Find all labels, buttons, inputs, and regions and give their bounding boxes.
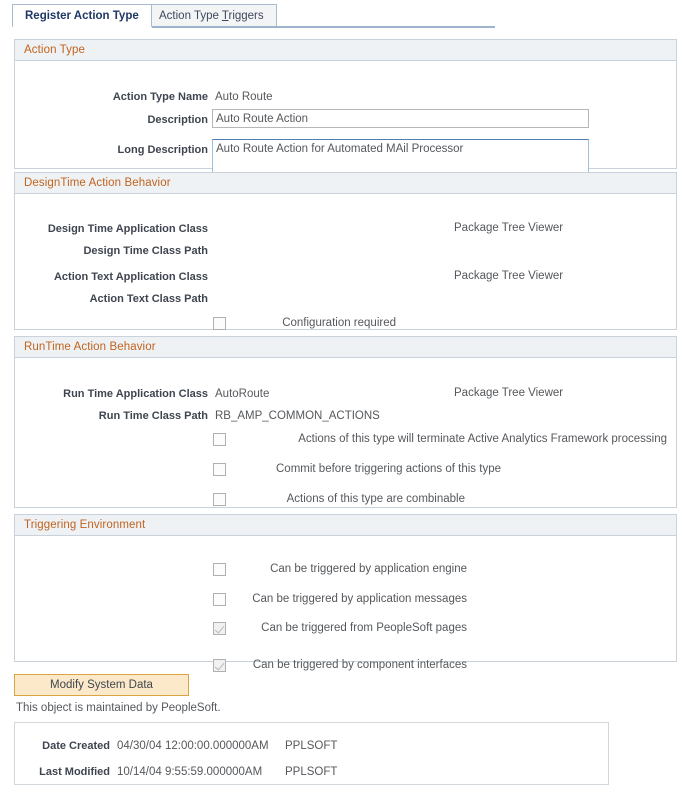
actions-combinable-label: Actions of this type are combinable <box>286 493 465 505</box>
date-created-user: PPLSOFT <box>285 740 338 752</box>
section-runtime-header: RunTime Action Behavior <box>15 337 676 358</box>
commit-before-triggering-label: Commit before triggering actions of this… <box>276 463 501 475</box>
action-type-name-value: Auto Route <box>215 91 273 103</box>
description-label: Description <box>147 114 208 126</box>
action-type-name-label: Action Type Name <box>112 91 208 103</box>
design-time-application-class-label: Design Time Application Class <box>47 223 208 235</box>
section-triggering-header: Triggering Environment <box>15 515 676 536</box>
tab-action-type-triggers-label: Action Type Triggers <box>159 9 264 22</box>
actions-combinable-checkbox[interactable] <box>213 493 226 506</box>
tab-action-type-triggers[interactable]: Action Type Triggers <box>146 4 277 26</box>
configuration-required-checkbox[interactable] <box>213 317 226 330</box>
terminate-aaf-processing-checkbox[interactable] <box>213 433 226 446</box>
modify-system-data-button[interactable]: Modify System Data <box>14 674 189 696</box>
last-modified-label: Last Modified <box>39 766 110 778</box>
section-triggering-environment: Triggering Environment Can be triggered … <box>14 514 677 672</box>
design-time-class-path-label: Design Time Class Path <box>83 245 208 257</box>
commit-before-triggering-checkbox[interactable] <box>213 463 226 476</box>
package-tree-viewer-link-run-time[interactable]: Package Tree Viewer <box>454 387 563 399</box>
run-time-class-path-label: Run Time Class Path <box>98 410 208 422</box>
last-modified-value: 10/14/04 9:55:59.000000AM <box>117 766 263 778</box>
triggered-by-application-messages-label: Can be triggered by application messages <box>252 593 467 605</box>
section-runtime-action-behavior: RunTime Action Behavior Run Time Applica… <box>14 336 677 508</box>
section-designtime-header: DesignTime Action Behavior <box>15 173 676 194</box>
run-time-application-class-label: Run Time Application Class <box>63 388 208 400</box>
triggered-from-peoplesoft-pages-label: Can be triggered from PeopleSoft pages <box>261 622 467 634</box>
package-tree-viewer-link-action-text[interactable]: Package Tree Viewer <box>454 270 563 282</box>
triggered-by-application-engine-label: Can be triggered by application engine <box>270 563 467 575</box>
description-input[interactable] <box>212 109 589 128</box>
date-created-value: 04/30/04 12:00:00.000000AM <box>117 740 269 752</box>
date-created-label: Date Created <box>42 740 110 752</box>
run-time-application-class-value: AutoRoute <box>215 388 270 400</box>
tab-register-action-type-label: Register Action Type <box>25 9 139 22</box>
tab-register-action-type[interactable]: Register Action Type <box>12 4 152 28</box>
tab-strip: Register Action Type Action Type Trigger… <box>0 0 690 30</box>
section-action-type: Action Type Action Type Name Auto Route … <box>14 39 677 188</box>
triggered-by-application-messages-checkbox[interactable] <box>213 593 226 606</box>
triggered-from-peoplesoft-pages-checkbox[interactable] <box>213 622 226 635</box>
triggered-by-component-interfaces-checkbox[interactable] <box>213 659 226 672</box>
audit-date-panel: Date Created 04/30/04 12:00:00.000000AM … <box>14 722 609 785</box>
maintained-by-text: This object is maintained by PeopleSoft. <box>16 702 221 714</box>
configuration-required-label: Configuration required <box>282 317 396 329</box>
action-text-application-class-label: Action Text Application Class <box>53 271 208 283</box>
action-text-class-path-label: Action Text Class Path <box>89 293 208 305</box>
long-description-label: Long Description <box>117 144 208 156</box>
section-action-type-header: Action Type <box>15 40 676 61</box>
run-time-class-path-value: RB_AMP_COMMON_ACTIONS <box>215 410 380 422</box>
triggered-by-application-engine-checkbox[interactable] <box>213 563 226 576</box>
section-designtime-action-behavior: DesignTime Action Behavior Design Time A… <box>14 172 677 330</box>
terminate-aaf-processing-label: Actions of this type will terminate Acti… <box>298 433 667 445</box>
triggered-by-component-interfaces-label: Can be triggered by component interfaces <box>252 659 467 671</box>
last-modified-user: PPLSOFT <box>285 766 338 778</box>
package-tree-viewer-link-design-time[interactable]: Package Tree Viewer <box>454 222 563 234</box>
